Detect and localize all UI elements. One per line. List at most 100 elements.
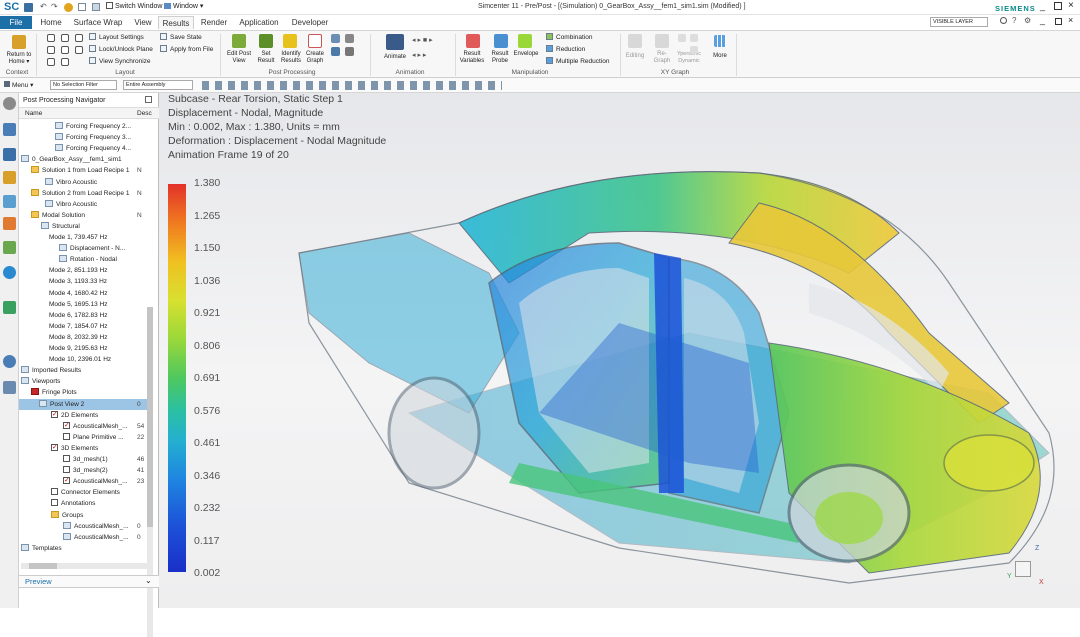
navigator-row[interactable]: 2D Elements [19,409,147,421]
navigator-row[interactable]: Mode 7, 1854.07 Hz [19,321,147,332]
layout-grid-icon-5[interactable] [61,46,69,54]
web-browser-icon[interactable] [3,266,16,279]
envelope-button[interactable]: Envelope [512,51,540,58]
graphics-viewport[interactable]: Subcase - Rear Torsion, Static Step 1 Di… [159,93,1080,608]
layout-grid-icon-7[interactable] [47,58,55,66]
window-menu[interactable]: Window ▾ [164,2,203,10]
navigator-row[interactable]: 3D Elements [19,442,147,454]
navigator-row[interactable]: Mode 1, 739.457 Hz [19,232,147,243]
navigator-row[interactable]: Fringe Plots [19,387,147,398]
help-icon[interactable]: ? [1012,16,1016,25]
animate-button[interactable]: Animate [378,54,412,61]
navigator-row[interactable]: Viewports [19,376,147,387]
simulation-navigator-icon[interactable] [3,195,16,208]
navigator-row[interactable]: AcousticalMesh_... 23 [19,475,147,487]
navigator-row[interactable]: Vibro Acoustic [19,199,147,210]
reduction-button[interactable]: Reduction [546,45,585,54]
tab-surface-wrap[interactable]: Surface Wrap [70,16,126,29]
maximize-button[interactable] [1054,2,1062,10]
checkbox-checked-icon[interactable] [51,409,58,420]
navigator-row[interactable]: Rotation - Nodal [19,254,147,265]
navigator-row[interactable]: Solution 1 from Load Recipe 1 N [19,165,147,176]
horizontal-scrollbar-thumb[interactable] [29,563,57,569]
xy-tool-icon-1[interactable] [678,34,686,42]
tab-home[interactable]: Home [36,16,66,29]
scrollbar-thumb[interactable] [147,307,153,527]
step-controls[interactable]: ◂ ▸ ▸ [412,51,426,59]
edit-post-view-button[interactable]: Edit Post View [224,51,254,65]
checkbox-icon[interactable] [51,488,58,496]
col-name[interactable]: Name [25,108,42,119]
navigator-row[interactable]: Vibro Acoustic [19,177,147,188]
tab-application[interactable]: Application [236,16,282,29]
layout-grid-icon-2[interactable] [61,34,69,42]
checkbox-checked-icon[interactable] [51,442,58,453]
part-navigator-icon[interactable] [3,171,16,184]
dynamic-button[interactable]: Ypersonic Dynamic [674,51,704,65]
navigator-row[interactable]: Modal Solution N [19,210,147,221]
navigator-row[interactable]: Mode 9, 2195.63 Hz [19,343,147,354]
editing-button[interactable]: Editing [622,53,648,60]
layout-grid-icon-3[interactable] [75,34,83,42]
layout-grid-icon-4[interactable] [47,46,55,54]
undo-icon[interactable]: ↶ [40,2,47,11]
combination-button[interactable]: Combination [546,33,593,42]
multiple-reduction-button[interactable]: Multiple Reduction [546,57,609,66]
copy-icon[interactable] [78,3,86,11]
navigator-row[interactable]: Plane Primitive ... 22 [19,432,147,443]
post-navigator-icon[interactable] [3,148,16,161]
navigator-row[interactable]: Mode 8, 2032.39 Hz [19,332,147,343]
layout-grid-icon-1[interactable] [47,34,55,42]
ribbon-options-icon[interactable]: ⚙ [1024,16,1031,25]
post-tool-icon-3[interactable] [331,47,340,56]
apply-from-file-button[interactable]: Apply from File [160,45,213,54]
navigator-row[interactable]: Groups [19,510,147,521]
select-tool-icons[interactable] [202,81,502,90]
layout-grid-icon-6[interactable] [75,46,83,54]
set-result-button[interactable]: Set Result [254,51,278,65]
checkbox-icon[interactable] [63,455,70,462]
tab-developer[interactable]: Developer [288,16,332,29]
navigator-row[interactable]: AcousticalMesh_... 54 [19,420,147,432]
horizontal-scrollbar[interactable] [21,563,147,569]
doc-restore-button[interactable] [1055,18,1062,25]
navigator-row[interactable]: Mode 6, 1782.83 Hz [19,310,147,321]
menu-button[interactable]: Menu ▾ [4,81,33,89]
xy-tool-icon-2[interactable] [690,34,698,42]
selection-filter-dropdown[interactable]: No Selection Filter [50,80,117,90]
navigator-row[interactable]: Imported Results [19,365,147,376]
navigator-row[interactable]: 0_GearBox_Assy__fem1_sim1 [19,154,147,165]
post-tool-icon-4[interactable] [345,47,354,56]
settings-gear-icon[interactable] [3,97,16,110]
view-synchronize-button[interactable]: View Synchronize [89,57,151,66]
create-graph-button[interactable]: Create Graph [303,51,327,65]
checkbox-icon[interactable] [63,432,70,440]
navigator-row[interactable]: Connector Elements [19,487,147,498]
navigator-row[interactable]: Post View 2 0 [19,398,147,410]
navigator-row[interactable]: Mode 10, 2396.01 Hz [19,354,147,365]
navigator-row[interactable]: AcousticalMesh_... 0 [19,532,147,543]
post-tool-icon-1[interactable] [331,34,340,43]
checkbox-checked-icon[interactable] [63,420,70,431]
doc-close-button[interactable]: × [1068,15,1073,25]
navigator-row[interactable]: 3d_mesh(1) 46 [19,454,147,465]
lock-unlock-plane-button[interactable]: Lock/Unlock Plane [89,45,153,54]
layer-filter-dropdown[interactable]: VISIBLE LAYER [930,17,988,27]
navigator-icon[interactable] [3,123,16,136]
preview-panel-header[interactable]: Preview ⌄ [19,575,159,588]
navigator-row[interactable]: AcousticalMesh_... 0 [19,521,147,532]
minimize-button[interactable]: _ [1040,1,1045,11]
navigator-row[interactable]: Forcing Frequency 4... [19,143,147,154]
system-icon[interactable] [3,381,16,394]
xy-tool-icon-3[interactable] [690,46,698,54]
navigator-row[interactable]: Mode 5, 1695.13 Hz [19,299,147,310]
play-controls[interactable]: ◂ ▸ ■ ▸ [412,36,433,44]
navigator-row[interactable]: Templates [19,543,147,554]
roles-icon[interactable] [3,301,16,314]
tab-file[interactable]: File [0,16,32,29]
reuse-library-icon[interactable] [3,241,16,254]
save-icon[interactable] [24,3,33,12]
return-home-button[interactable]: Return to Home ▾ [2,52,36,66]
result-probe-button[interactable]: Result Probe [488,51,512,65]
history-clock-icon[interactable] [3,355,16,368]
